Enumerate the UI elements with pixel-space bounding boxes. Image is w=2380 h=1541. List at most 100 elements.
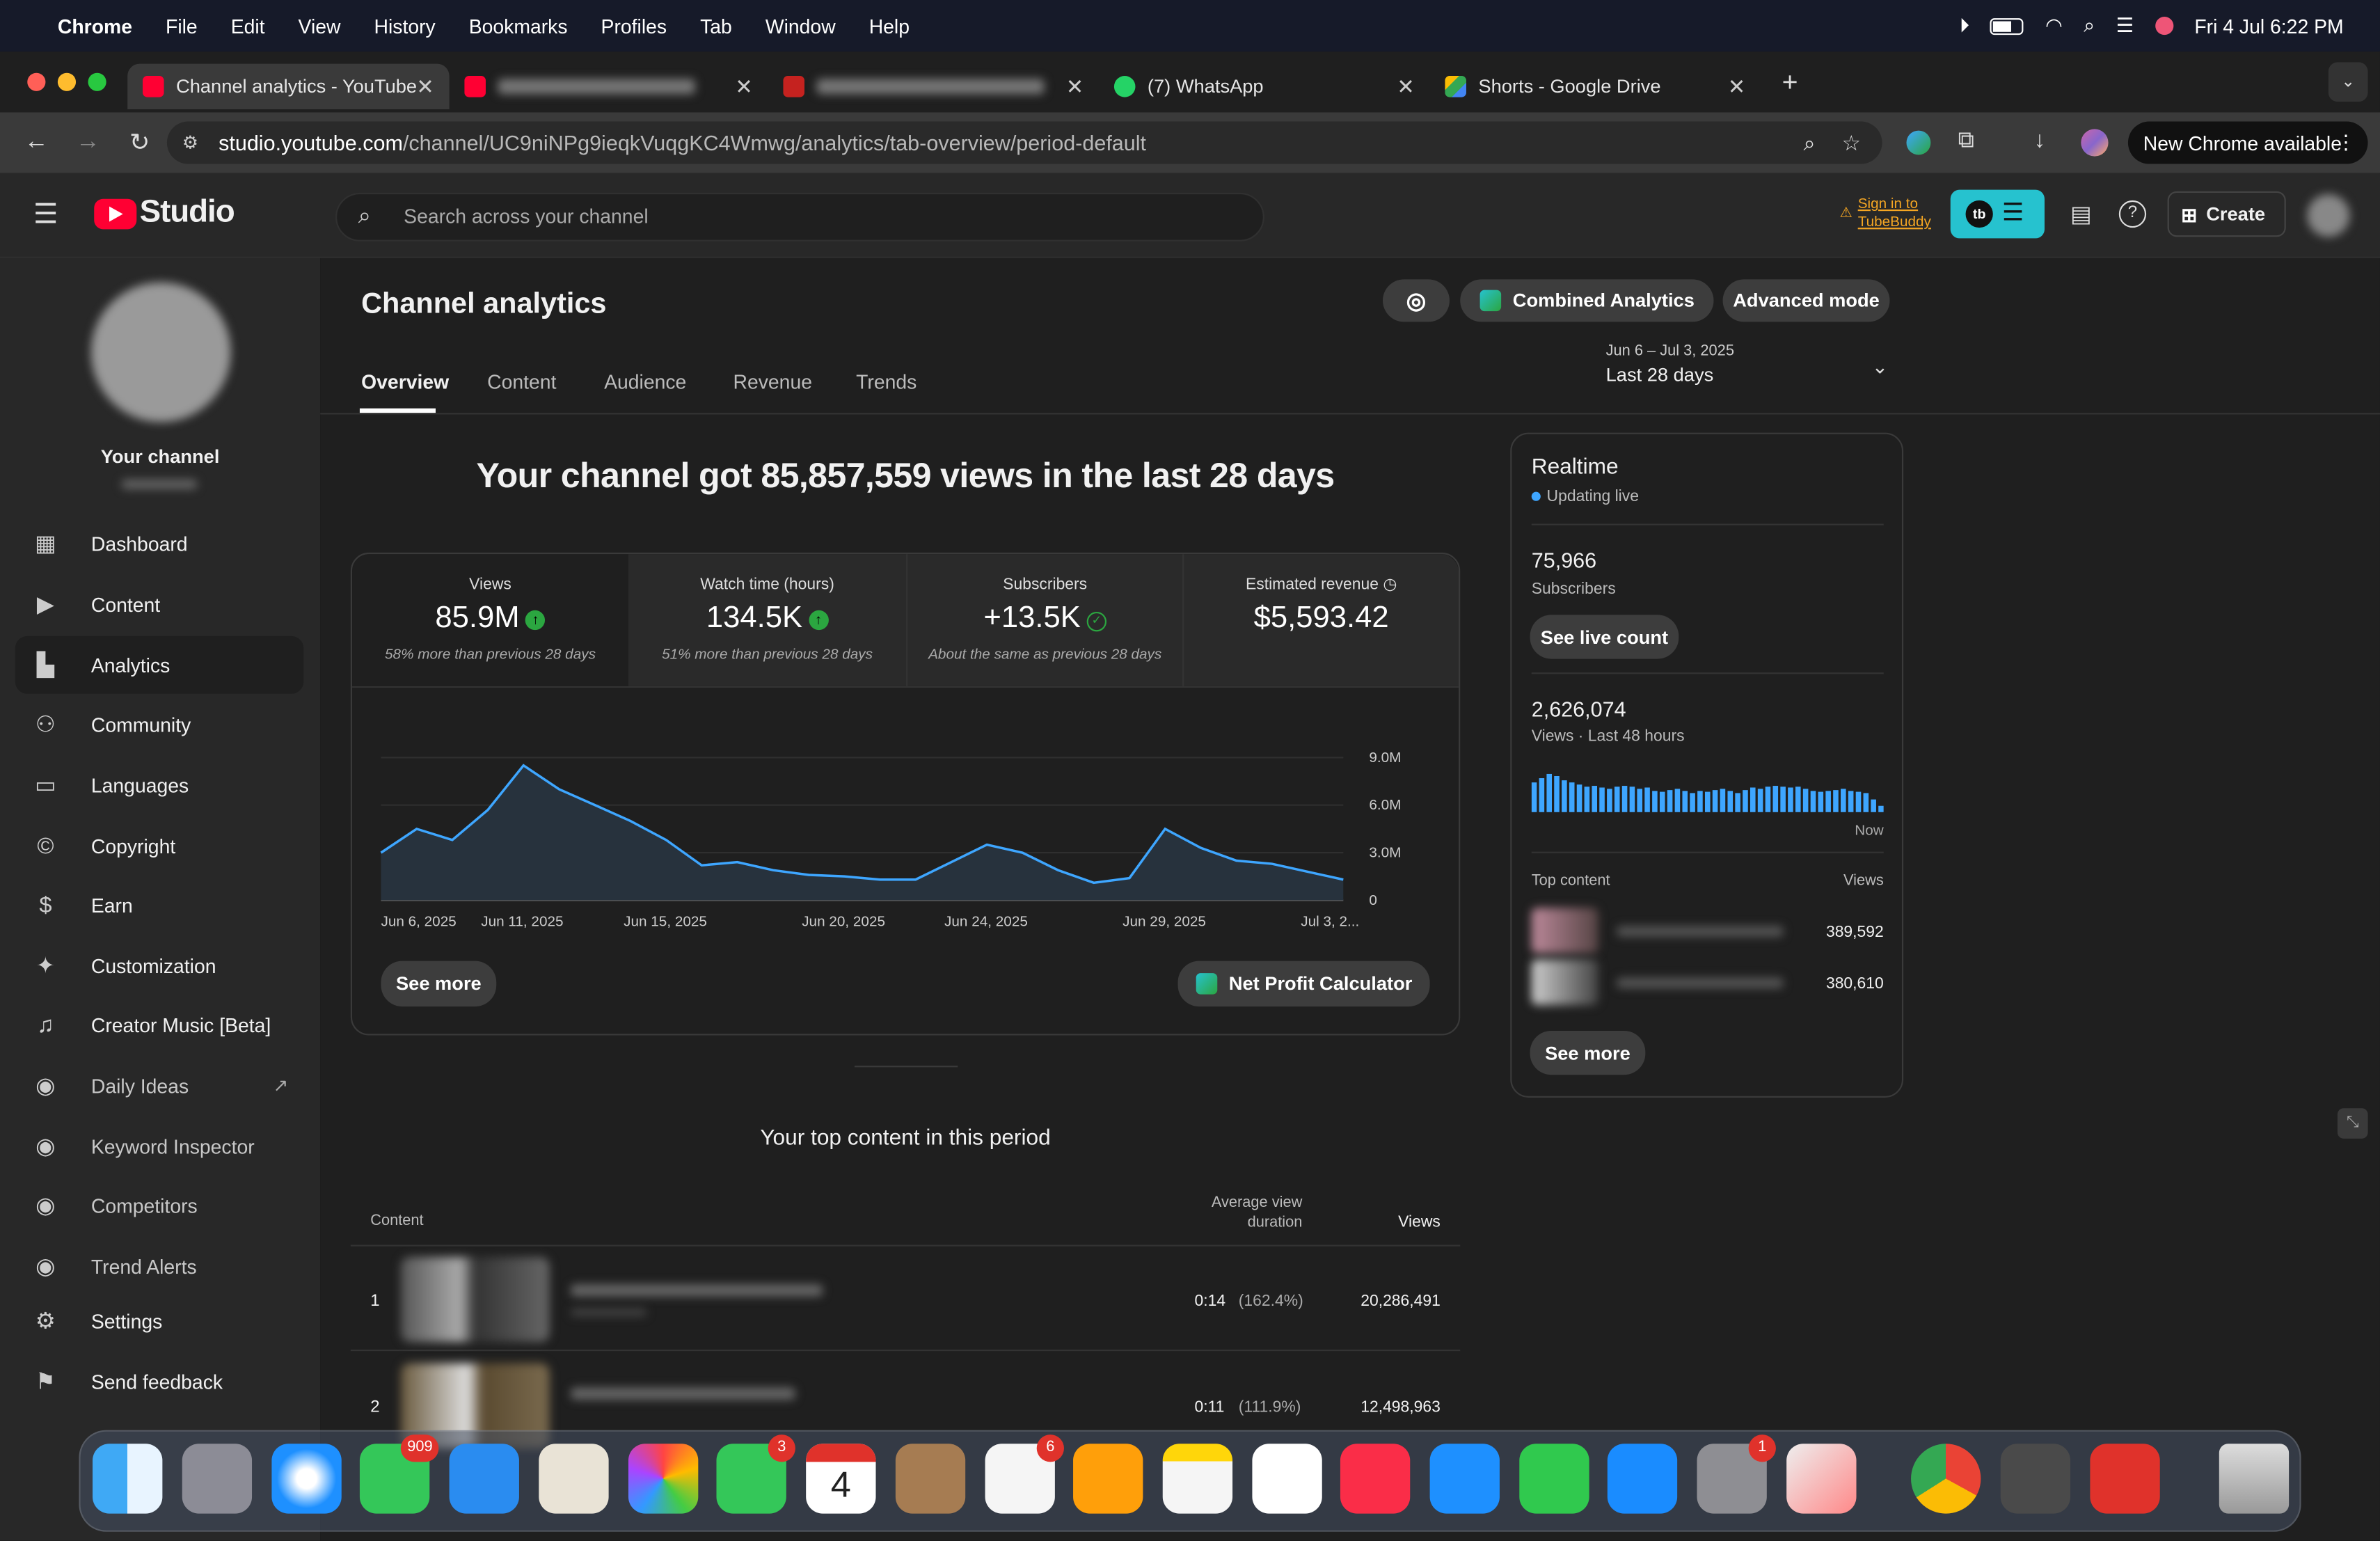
menu-profiles[interactable]: Profiles (601, 15, 667, 38)
realtime-bar[interactable] (1788, 787, 1793, 812)
spotlight-search-icon[interactable]: ⌕ (2084, 14, 2095, 38)
combined-analytics-button[interactable]: Combined Analytics (1460, 279, 1714, 322)
numbers-icon[interactable] (1519, 1444, 1589, 1514)
realtime-bar[interactable] (1531, 782, 1537, 812)
sidebar-item-analytics[interactable]: ▙ Analytics (15, 635, 304, 694)
control-center-icon[interactable]: ☰ (2116, 14, 2134, 38)
video-title-blurred[interactable] (571, 1387, 795, 1400)
realtime-bar[interactable] (1833, 790, 1839, 812)
realtime-bar[interactable] (1848, 791, 1854, 812)
hamburger-menu-icon[interactable]: ☰ (33, 199, 58, 231)
reminders-icon[interactable]: 6 (985, 1435, 1064, 1514)
close-window-button[interactable] (27, 72, 46, 91)
data-point[interactable] (1159, 823, 1171, 835)
new-chrome-available-button[interactable]: New Chrome available ⋮ (2127, 121, 2368, 164)
tab-audience[interactable]: Audience (604, 370, 686, 393)
mail-icon[interactable] (449, 1444, 519, 1514)
realtime-views-bar-chart[interactable] (1531, 766, 1884, 812)
advanced-mode-button[interactable]: Advanced mode (1722, 279, 1890, 322)
wifi-icon[interactable]: ◠ (2045, 14, 2063, 38)
data-point[interactable] (518, 759, 530, 771)
menu-window[interactable]: Window (765, 15, 836, 38)
play-icon[interactable]: ⏵ (1960, 14, 1969, 38)
zoom-window-button[interactable] (88, 72, 106, 91)
realtime-bar[interactable] (1810, 791, 1816, 812)
close-tab-icon[interactable]: ✕ (1066, 74, 1084, 100)
more-vert-icon[interactable]: ⋮ (2336, 131, 2356, 155)
pages-icon[interactable] (1073, 1444, 1143, 1514)
data-point[interactable] (660, 834, 672, 846)
realtime-bar[interactable] (1720, 789, 1726, 812)
profile-avatar[interactable] (2081, 129, 2109, 157)
realtime-bar[interactable] (1659, 791, 1665, 812)
list-item[interactable]: 389,592 (1531, 908, 1884, 954)
sidebar-item-daily-ideas[interactable]: ◉ Daily Ideas ↗ (15, 1057, 303, 1114)
menu-tab[interactable]: Tab (700, 15, 732, 38)
realtime-bar[interactable] (1818, 791, 1824, 812)
data-point[interactable] (589, 799, 601, 811)
realtime-bar[interactable] (1704, 791, 1711, 812)
realtime-bar[interactable] (1871, 799, 1876, 812)
data-point[interactable] (731, 856, 743, 868)
channel-avatar[interactable] (90, 282, 231, 422)
tubebuddy-sign-in-link[interactable]: ⚠ Sign in to TubeBuddy (1840, 196, 1931, 232)
sidebar-item-competitors[interactable]: ◉ Competitors (15, 1176, 303, 1234)
sidebar-item-customization[interactable]: ✦ Customization (15, 937, 303, 995)
notes-icon[interactable] (1162, 1444, 1233, 1514)
data-point[interactable] (767, 864, 779, 876)
keynote-icon[interactable] (1429, 1444, 1500, 1514)
data-point[interactable] (1017, 846, 1029, 858)
screenshot-button[interactable]: ◎ (1383, 279, 1450, 322)
sidebar-item-send-feedback[interactable]: ⚑ Send feedback (15, 1352, 303, 1410)
zoom-icon[interactable]: ⌕ (1804, 129, 1816, 155)
col-header-views[interactable]: Views (1322, 1213, 1441, 1231)
realtime-bar[interactable] (1750, 787, 1756, 812)
realtime-bar[interactable] (1614, 787, 1620, 812)
realtime-bar[interactable] (1743, 790, 1748, 812)
views-line-chart[interactable]: 9.0M 6.0M 3.0M 0 Jun 6, 2025 Jun 11, 2025 Jun … (352, 736, 1459, 979)
data-point[interactable] (1123, 872, 1135, 884)
data-point[interactable] (696, 860, 708, 871)
data-point[interactable] (482, 804, 493, 816)
data-point[interactable] (910, 874, 921, 885)
data-point[interactable] (411, 823, 422, 835)
user-avatar-icon[interactable] (2155, 16, 2173, 35)
realtime-bar[interactable] (1855, 791, 1862, 812)
video-thumbnail[interactable] (400, 1256, 550, 1343)
tab-gmail-blurred[interactable]: ✕ (768, 64, 1099, 109)
realtime-bar[interactable] (1621, 786, 1628, 812)
data-point[interactable] (1052, 864, 1064, 876)
data-point[interactable] (1266, 858, 1278, 869)
tab-trends[interactable]: Trends (856, 370, 917, 393)
realtime-bar[interactable] (1629, 787, 1635, 812)
chrome-icon[interactable] (1911, 1444, 1981, 1514)
realtime-bar[interactable] (1644, 787, 1650, 812)
menu-history[interactable]: History (374, 15, 436, 38)
realtime-bar[interactable] (1554, 775, 1560, 812)
studio-logo-text[interactable]: Studio (140, 194, 235, 230)
trash-icon[interactable] (2219, 1444, 2290, 1514)
app-store-icon[interactable] (1607, 1444, 1678, 1514)
calendar-icon[interactable]: 4 (806, 1444, 876, 1514)
col-header-avd[interactable]: Average view duration (1140, 1193, 1303, 1233)
sidebar-item-content[interactable]: ▶ Content (15, 576, 303, 633)
system-settings-icon[interactable]: 1 (1697, 1435, 1776, 1514)
realtime-bar[interactable] (1878, 805, 1884, 812)
tab-content[interactable]: Content (487, 370, 556, 393)
data-point[interactable] (375, 846, 387, 858)
messages-app-icon[interactable]: 909 (359, 1435, 439, 1514)
close-tab-icon[interactable]: ✕ (416, 74, 434, 100)
list-item[interactable]: 380,610 (1531, 959, 1884, 1005)
realtime-bar[interactable] (1682, 791, 1688, 812)
metric-subscribers[interactable]: Subscribers +13.5K ✓ About the same as pr… (906, 554, 1183, 686)
data-point[interactable] (981, 839, 992, 851)
data-point[interactable] (446, 834, 458, 846)
tab-whatsapp[interactable]: (7) WhatsApp ✕ (1099, 64, 1429, 109)
menu-bookmarks[interactable]: Bookmarks (469, 15, 568, 38)
help-icon[interactable]: ? (2118, 200, 2147, 228)
music-app-icon[interactable] (1340, 1444, 1411, 1514)
realtime-bar[interactable] (1863, 793, 1869, 812)
sidebar-item-settings[interactable]: ⚙ Settings (15, 1292, 303, 1350)
extension-icon[interactable] (1906, 130, 1931, 155)
menu-edit[interactable]: Edit (231, 15, 265, 38)
